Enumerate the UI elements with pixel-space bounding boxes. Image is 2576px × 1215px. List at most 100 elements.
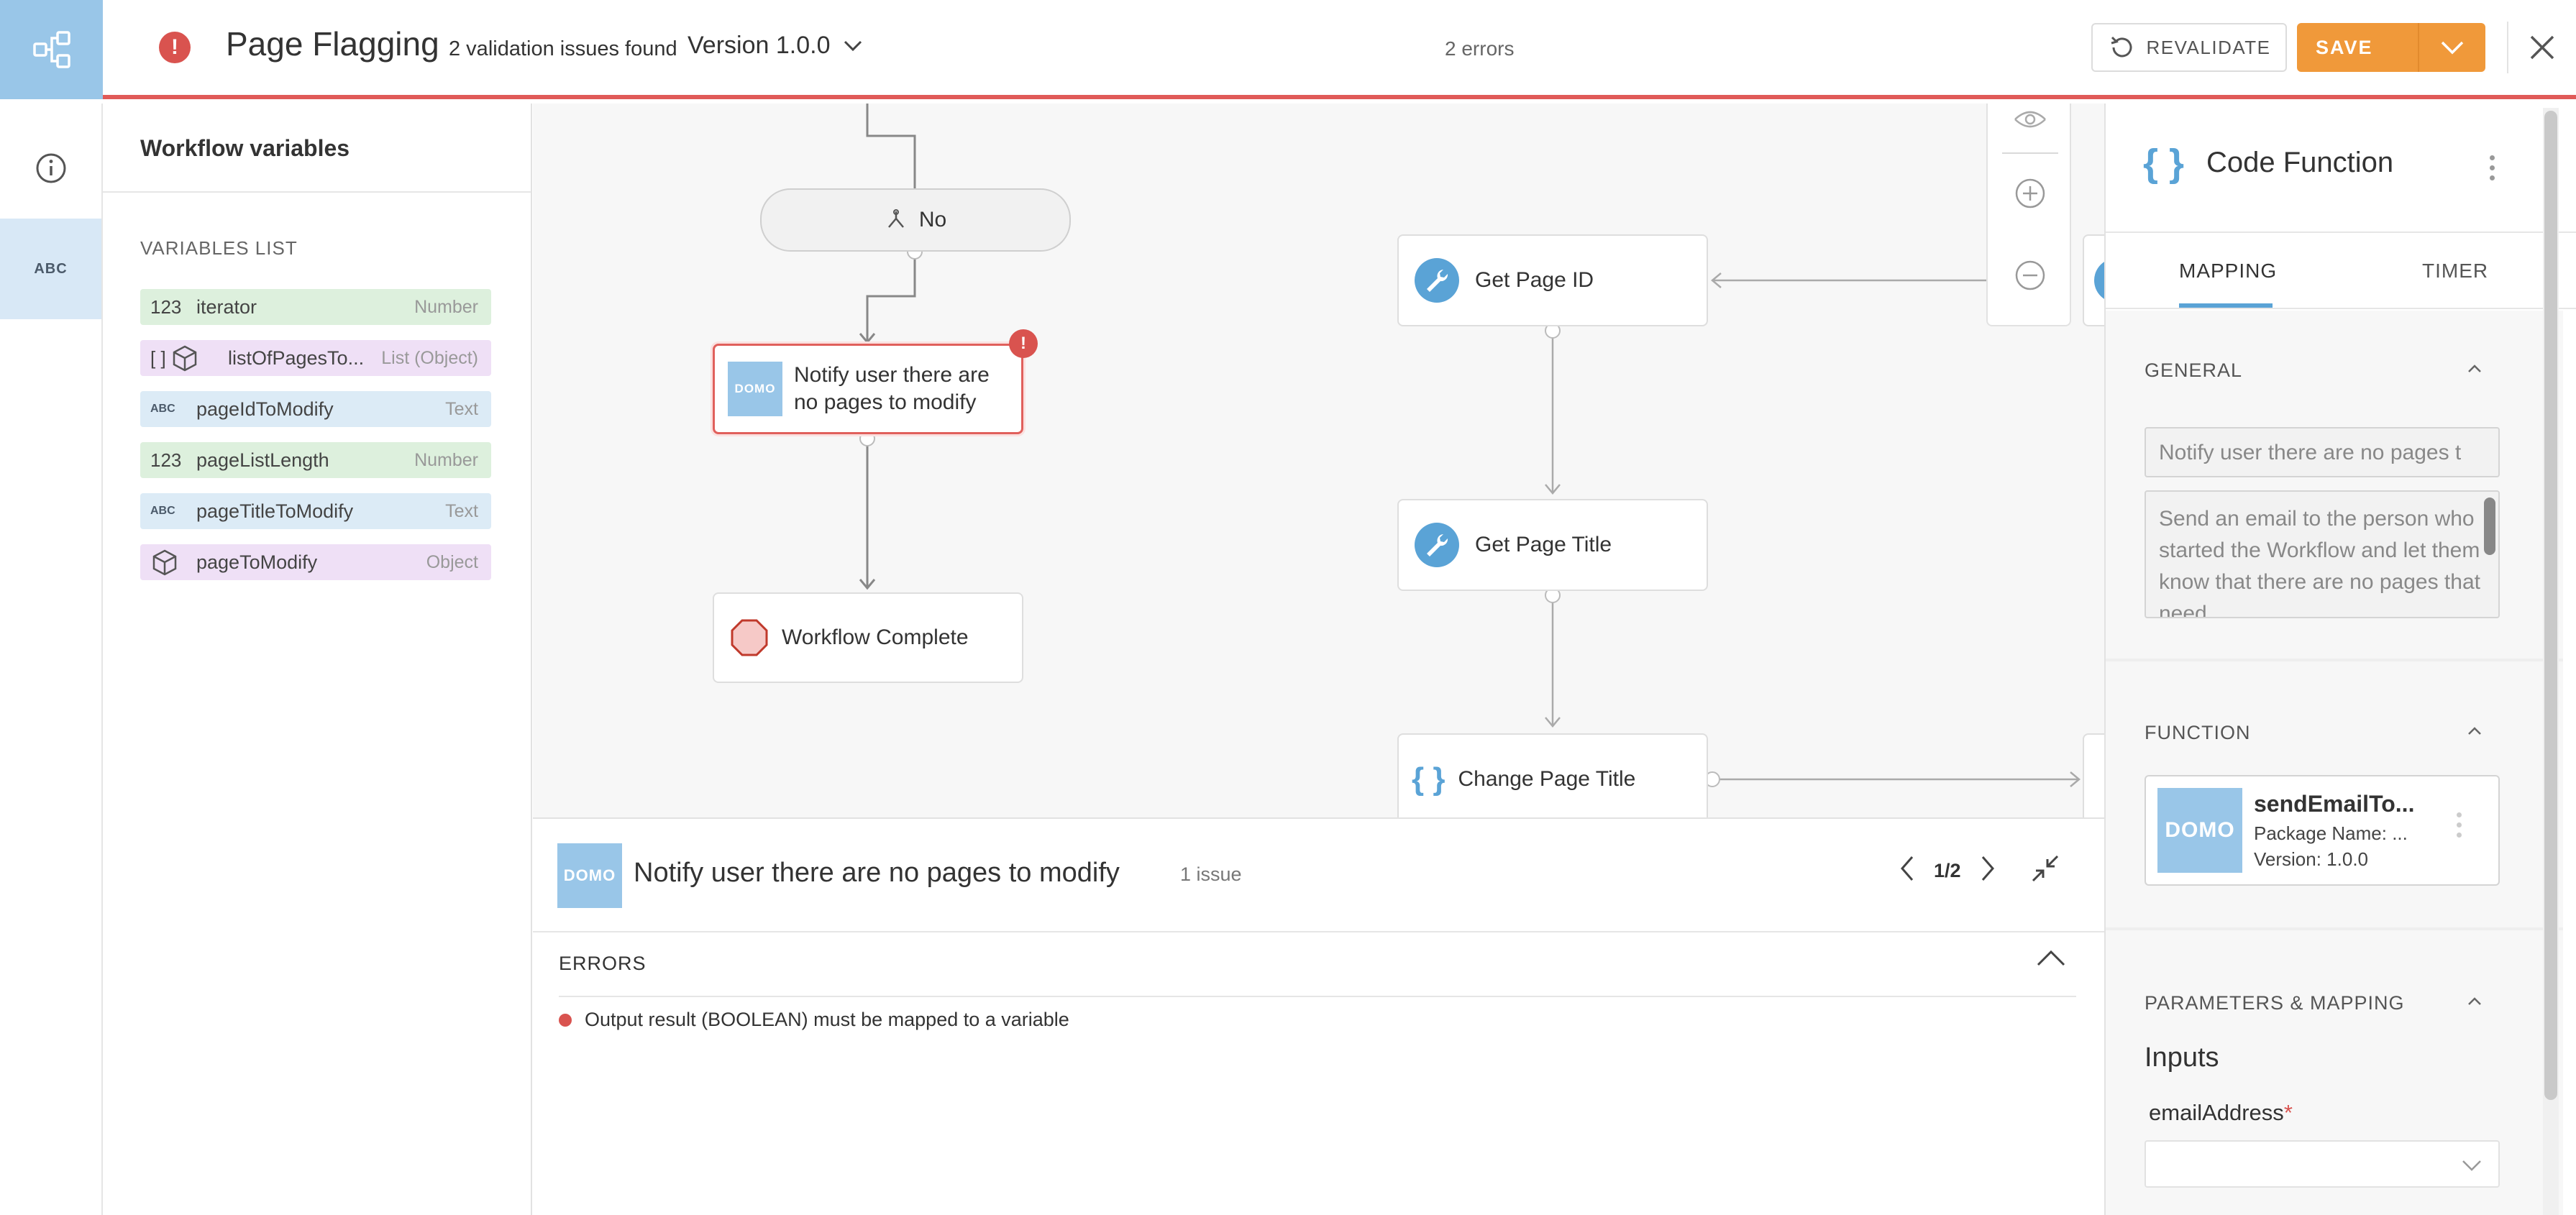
function-more-options-icon[interactable] (2457, 812, 2462, 838)
stop-icon (731, 619, 768, 656)
pager-position: 1/2 (1934, 860, 1961, 881)
variable-row[interactable]: 123 pageListLength Number (140, 442, 491, 478)
eye-icon (2014, 111, 2046, 128)
workflow-complete-node[interactable]: Workflow Complete (713, 592, 1023, 683)
tab-mapping[interactable]: MAPPING (2179, 233, 2277, 309)
save-options-toggle[interactable] (2419, 40, 2485, 55)
zoom-in-button[interactable] (2012, 175, 2048, 211)
chevron-down-icon (844, 40, 862, 51)
list-bracket-icon: [ ] (150, 347, 166, 369)
wrench-icon (1415, 258, 1459, 303)
close-icon (2530, 35, 2554, 60)
more-options-icon[interactable] (2490, 155, 2495, 180)
cube-icon (173, 345, 196, 372)
domo-logo-icon: DOMO (557, 843, 622, 908)
chevron-up-icon (2468, 997, 2481, 1005)
previous-issue-button[interactable] (1899, 855, 1915, 887)
variables-list-title: VARIABLES LIST (140, 237, 298, 259)
chevron-down-icon (2462, 1160, 2481, 1171)
notify-user-node[interactable]: DOMO Notify user there are no pages to m… (713, 344, 1023, 434)
chevron-left-icon (1901, 856, 1914, 881)
variables-panel: Workflow variables VARIABLES LIST 123 it… (103, 104, 532, 1215)
variable-row[interactable]: pageToModify Object (140, 544, 491, 580)
variable-name: pageTitleToModify (196, 500, 354, 522)
zoom-in-icon (2015, 178, 2045, 208)
active-tab-indicator (2179, 303, 2273, 308)
function-version: Version: 1.0.0 (2254, 848, 2368, 870)
variable-name: iterator (196, 295, 257, 318)
save-button[interactable]: SAVE (2297, 23, 2485, 72)
variable-name: pageToModify (196, 551, 318, 573)
error-alert-icon[interactable]: ! (159, 32, 191, 63)
header-divider (2507, 22, 2508, 73)
close-button[interactable] (2517, 22, 2567, 73)
email-address-select[interactable] (2145, 1140, 2500, 1188)
get-page-id-node[interactable]: Get Page ID (1397, 234, 1708, 326)
zoom-out-icon (2015, 260, 2045, 290)
variable-type: Number (414, 449, 478, 470)
workflow-logo[interactable] (0, 0, 103, 99)
general-collapse-toggle[interactable] (2467, 364, 2483, 377)
variable-row[interactable]: 123 iterator Number (140, 289, 491, 325)
panel-scrollbar[interactable] (2544, 111, 2557, 1100)
offscreen-node[interactable] (2083, 234, 2104, 326)
revalidate-button[interactable]: REVALIDATE (2091, 23, 2287, 72)
issue-node-title: Notify user there are no pages to modify (634, 858, 1120, 888)
workflow-complete-label: Workflow Complete (782, 625, 969, 649)
text-type-icon: ABC (150, 505, 175, 517)
rail-info-button[interactable] (0, 118, 101, 219)
variable-row[interactable]: ABC pageIdToModify Text (140, 391, 491, 427)
notify-node-line: Notify user there are (794, 363, 990, 387)
chevron-up-icon (2468, 364, 2481, 372)
inputs-heading: Inputs (2145, 1042, 2219, 1073)
step-description-textarea[interactable]: Send an email to the person who started … (2145, 490, 2500, 618)
number-type-icon: 123 (150, 449, 182, 471)
parameters-collapse-toggle[interactable] (2467, 996, 2483, 1010)
next-issue-button[interactable] (1980, 855, 1996, 887)
variable-type: List (Object) (381, 347, 478, 368)
rail-variables-button[interactable]: ABC (0, 219, 101, 319)
notify-user-node-label: Notify user there are no pages to modify (794, 362, 990, 416)
param-label-email: emailAddress* (2149, 1100, 2293, 1126)
refresh-icon (2111, 36, 2132, 58)
app-header: ! Page Flagging 2 validation issues foun… (0, 0, 2576, 99)
workflow-canvas[interactable]: No DOMO Notify user there are no pages t… (533, 104, 2104, 817)
node-error-badge-icon[interactable]: ! (1009, 329, 1038, 358)
properties-tabs: MAPPING TIMER (2106, 231, 2576, 309)
divider (2002, 152, 2058, 154)
tab-timer[interactable]: TIMER (2422, 233, 2488, 309)
zoom-out-button[interactable] (2012, 257, 2048, 293)
number-type-icon: 123 (150, 295, 182, 318)
errors-collapse-toggle[interactable] (2036, 948, 2066, 971)
variable-name: listOfPagesTo... (228, 347, 365, 369)
properties-header: { } Code Function (2106, 104, 2576, 231)
textarea-scrollbar[interactable] (2484, 498, 2495, 555)
general-section-title: GENERAL (2145, 359, 2243, 381)
function-collapse-toggle[interactable] (2467, 726, 2483, 740)
abc-icon: ABC (34, 260, 68, 277)
function-card[interactable]: DOMO sendEmailTo... Package Name: ... Ve… (2145, 775, 2500, 886)
change-page-title-node[interactable]: { } Change Page Title (1397, 733, 1708, 817)
collapse-icon (2032, 855, 2058, 882)
get-page-id-label: Get Page ID (1475, 268, 1594, 292)
parameters-section-title: PARAMETERS & MAPPING (2145, 992, 2405, 1014)
issues-header: DOMO Notify user there are no pages to m… (533, 819, 2104, 932)
issues-panel: DOMO Notify user there are no pages to m… (533, 817, 2104, 1215)
function-section-title: FUNCTION (2145, 722, 2251, 743)
validation-summary: 2 validation issues found (449, 37, 677, 60)
variable-type: Text (445, 398, 478, 419)
version-dropdown[interactable]: Version 1.0.0 (688, 32, 863, 60)
code-braces-icon: { } (1412, 761, 1445, 797)
zoom-controls (1986, 104, 2071, 326)
offscreen-node[interactable] (2083, 733, 2104, 817)
condition-gate-no[interactable]: No (760, 188, 1071, 252)
preview-toggle-button[interactable] (2012, 104, 2048, 139)
chevron-right-icon (1981, 856, 1994, 881)
get-page-title-node[interactable]: Get Page Title (1397, 499, 1708, 591)
divider (559, 996, 2076, 997)
variable-row[interactable]: ABC pageTitleToModify Text (140, 493, 491, 529)
step-name-input[interactable]: Notify user there are no pages t (2145, 427, 2500, 477)
collapse-panel-button[interactable] (2030, 853, 2060, 889)
variable-type: Object (426, 551, 478, 572)
variable-row[interactable]: [ ] listOfPagesTo... List (Object) (140, 340, 491, 376)
